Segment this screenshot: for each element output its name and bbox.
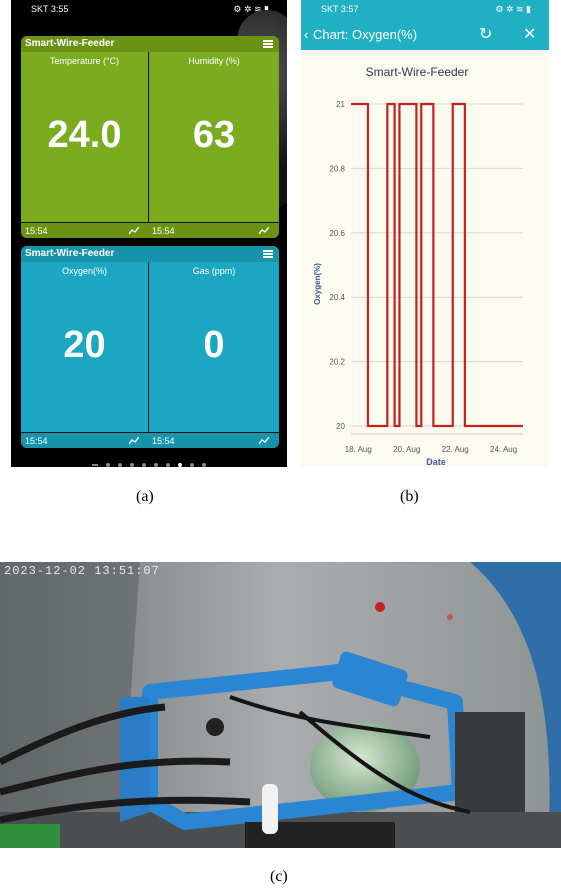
cell-value: 24.0 [47,114,122,156]
chart-series [351,102,523,428]
x-tick-label: 24. Aug [490,445,517,454]
y-tick-label: 20.4 [329,293,345,302]
app-bar: ‹ Chart: Oxygen(%) ↻ ✕ [301,18,549,50]
caption-c: (c) [270,868,288,885]
cell-time: 15:54 [25,226,48,236]
cell-time: 15:54 [25,436,48,446]
cell-time: 15:54 [152,436,175,446]
phone-screen-chart: SKT 3:57 ⚙ ✲ ≋ ▮ ‹ Chart: Oxygen(%) ↻ ✕ … [301,0,549,467]
chart-title: Smart-Wire-Feeder [366,65,469,79]
chart-grid [351,103,523,427]
cell-time: 15:54 [152,226,175,236]
page-dot[interactable] [190,462,194,467]
cell-gas[interactable]: Gas (ppm) 0 [150,262,278,432]
caption-b: (b) [400,488,419,505]
caption-a: (a) [136,488,154,505]
page-dot[interactable] [118,462,122,467]
page-dot[interactable] [92,463,98,466]
oxygen-series-line [351,102,523,428]
cell-label: Humidity (%) [188,56,240,66]
y-axis: 20 20.2 20.4 20.6 20.8 21 [329,100,345,431]
menu-icon[interactable] [263,40,273,48]
oxygen-chart: Smart-Wire-Feeder 20 20.2 20.4 20.6 20.8 21 1… [313,65,523,467]
status-time: SKT 3:55 [31,4,69,14]
chart-icon[interactable] [129,437,139,445]
status-time: SKT 3:57 [321,4,359,14]
page-dot-active[interactable] [178,462,182,467]
chart-icon[interactable] [129,227,139,235]
widget-temperature-humidity[interactable]: Smart-Wire-Feeder Temperature (°C) 24.0 … [21,36,279,238]
y-tick-label: 20.8 [329,164,345,173]
phone-screen-widgets: SKT 3:55 ⚙ ✲ ≋ ▮ Smart-Wire-Feeder Tempe… [11,0,287,467]
y-tick-label: 20 [336,422,345,431]
back-icon[interactable]: ‹ [304,27,308,42]
page-dot[interactable] [130,462,134,467]
widget-footer: 15:54 15:54 [21,222,279,238]
cell-temperature[interactable]: Temperature (°C) 24.0 [21,52,149,222]
y-tick-label: 20.2 [329,358,345,367]
chart-icon[interactable] [259,227,269,235]
chart-page-title: Chart: Oxygen(%) [313,27,418,42]
page-dot[interactable] [166,462,170,467]
chart-icon[interactable] [259,437,269,445]
y-axis-label: Oxygen(%) [313,263,322,305]
page-dot[interactable] [106,462,110,467]
widget-footer: 15:54 15:54 [21,432,279,448]
cell-oxygen[interactable]: Oxygen(%) 20 [21,262,149,432]
cell-value: 63 [192,114,236,156]
widget-title: Smart-Wire-Feeder [21,246,279,262]
x-tick-label: 22. Aug [442,445,469,454]
cell-label: Temperature (°C) [49,56,120,66]
x-tick-label: 18. Aug [345,445,372,454]
cell-value: 20 [63,324,106,366]
status-bar: SKT 3:55 ⚙ ✲ ≋ ▮ [11,0,287,18]
cell-humidity[interactable]: Humidity (%) 63 [150,52,278,222]
x-axis: 18. Aug 20. Aug 22. Aug 24. Aug [345,433,523,454]
status-bar: SKT 3:57 ⚙ ✲ ≋ ▮ [301,0,549,18]
cell-value: 0 [203,324,225,366]
menu-icon[interactable] [263,250,273,258]
photo-wire-feeder: 2023-12-02 13:51:07 [0,562,561,848]
refresh-icon[interactable]: ↻ [479,24,492,44]
y-tick-label: 21 [336,100,345,109]
widget-title: Smart-Wire-Feeder [21,36,279,52]
widget-oxygen-gas[interactable]: Smart-Wire-Feeder Oxygen(%) 20 Gas (ppm)… [21,246,279,448]
y-tick-label: 20.6 [329,229,345,238]
status-icons: ⚙ ✲ ≋ ▮ [495,4,531,14]
page-dot[interactable] [154,462,158,467]
wire-feeder-photo-illustration [0,562,561,848]
cell-label: Oxygen(%) [61,266,107,276]
page-indicator[interactable] [11,456,287,467]
camera-timestamp: 2023-12-02 13:51:07 [4,564,160,578]
close-icon[interactable]: ✕ [523,24,536,44]
x-axis-label: Date [426,457,446,467]
page-dot[interactable] [142,462,146,467]
cell-label: Gas (ppm) [192,266,236,276]
x-tick-label: 20. Aug [393,445,420,454]
page-dot[interactable] [202,462,206,467]
